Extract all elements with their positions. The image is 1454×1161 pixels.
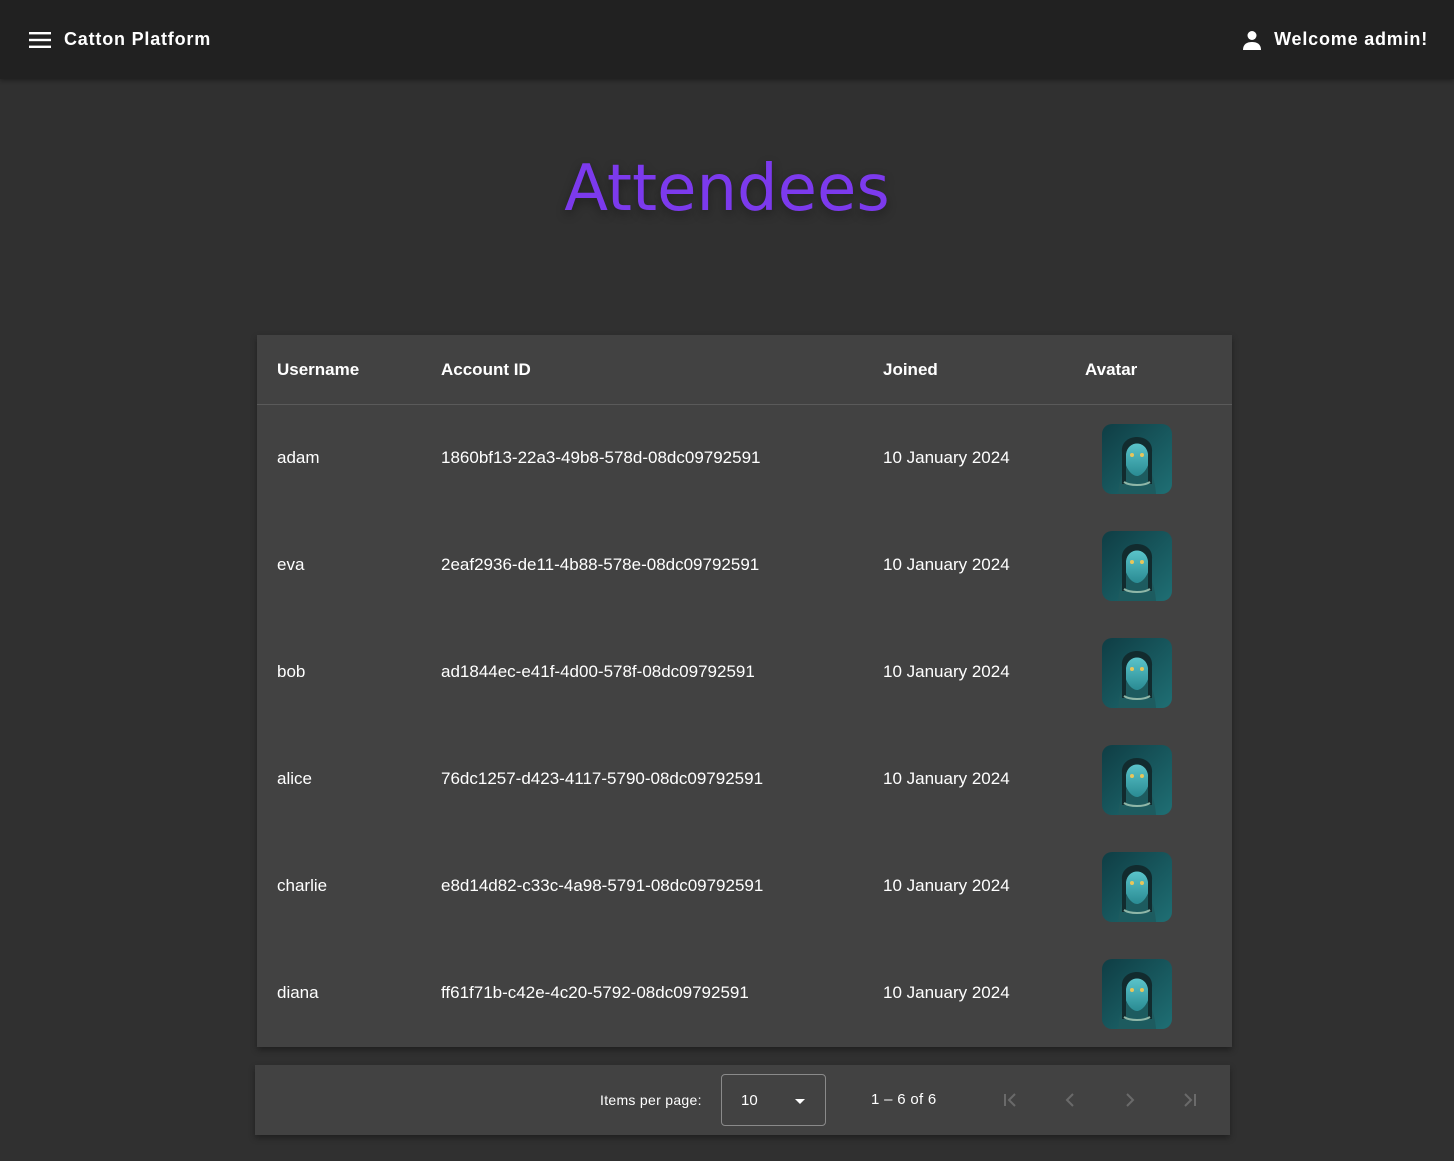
cell-joined: 10 January 2024: [883, 448, 1010, 467]
menu-icon[interactable]: [28, 28, 52, 52]
header-joined: Joined: [883, 360, 938, 379]
cell-username: eva: [277, 555, 305, 574]
cell-joined: 10 January 2024: [883, 555, 1010, 574]
range-label: 1 – 6 of 6: [871, 1091, 937, 1108]
cell-username: diana: [277, 983, 319, 1002]
cell-username: charlie: [277, 876, 328, 895]
cell-account-id: ff61f71b-c42e-4c20-5792-08dc09792591: [441, 983, 749, 1002]
avatar: [1102, 959, 1172, 1029]
avatar: [1102, 745, 1172, 815]
chevron-right-icon[interactable]: [1118, 1088, 1142, 1112]
user-menu[interactable]: Welcome admin!: [1240, 28, 1428, 52]
avatar: [1102, 852, 1172, 922]
cell-username: bob: [277, 662, 306, 681]
cell-joined: 10 January 2024: [883, 983, 1010, 1002]
toolbar-left: Catton Platform: [28, 28, 211, 52]
cell-account-id: 1860bf13-22a3-49b8-578d-08dc09792591: [441, 448, 761, 467]
cell-account-id: 76dc1257-d423-4117-5790-08dc09792591: [441, 769, 764, 788]
avatar: [1102, 638, 1172, 708]
last-page-icon[interactable]: [1178, 1088, 1202, 1112]
items-per-page-select[interactable]: 10: [721, 1074, 826, 1126]
table-row[interactable]: diana ff61f71b-c42e-4c20-5792-08dc097925…: [257, 940, 1232, 1047]
header-account-id: Account ID: [441, 360, 531, 379]
cell-account-id: 2eaf2936-de11-4b88-578e-08dc09792591: [441, 555, 760, 574]
avatar: [1102, 424, 1172, 494]
welcome-text[interactable]: Welcome admin!: [1274, 29, 1428, 50]
dropdown-arrow-icon[interactable]: [795, 1099, 805, 1104]
table-row[interactable]: bob ad1844ec-e41f-4d00-578f-08dc09792591…: [257, 619, 1232, 726]
first-page-icon[interactable]: [998, 1088, 1022, 1112]
cell-joined: 10 January 2024: [883, 769, 1010, 788]
cell-joined: 10 January 2024: [883, 662, 1010, 681]
cell-username: alice: [277, 769, 312, 788]
chevron-left-icon[interactable]: [1058, 1088, 1082, 1112]
table-row[interactable]: adam 1860bf13-22a3-49b8-578d-08dc0979259…: [257, 405, 1232, 512]
header-avatar: Avatar: [1085, 360, 1138, 379]
cell-username: adam: [277, 448, 320, 467]
table-row[interactable]: alice 76dc1257-d423-4117-5790-08dc097925…: [257, 726, 1232, 833]
paginator: Items per page: 10 1 – 6 of 6: [255, 1065, 1230, 1135]
attendees-table: Username Account ID Joined Avatar adam 1…: [257, 335, 1232, 1047]
avatar: [1102, 531, 1172, 601]
table-row[interactable]: eva 2eaf2936-de11-4b88-578e-08dc09792591…: [257, 512, 1232, 619]
account-icon[interactable]: [1240, 28, 1264, 52]
cell-account-id: ad1844ec-e41f-4d00-578f-08dc09792591: [441, 662, 755, 681]
page-title: Attendees: [564, 152, 890, 226]
cell-joined: 10 January 2024: [883, 876, 1010, 895]
header-username: Username: [277, 360, 360, 379]
table-row[interactable]: charlie e8d14d82-c33c-4a98-5791-08dc0979…: [257, 833, 1232, 940]
items-per-page-value[interactable]: 10: [741, 1092, 758, 1109]
cell-account-id: e8d14d82-c33c-4a98-5791-08dc09792591: [441, 876, 764, 895]
table-header-row: Username Account ID Joined Avatar: [257, 335, 1232, 405]
top-toolbar: Catton Platform Welcome admin!: [0, 0, 1454, 79]
app-title[interactable]: Catton Platform: [64, 29, 211, 50]
items-per-page-label: Items per page:: [600, 1092, 702, 1108]
